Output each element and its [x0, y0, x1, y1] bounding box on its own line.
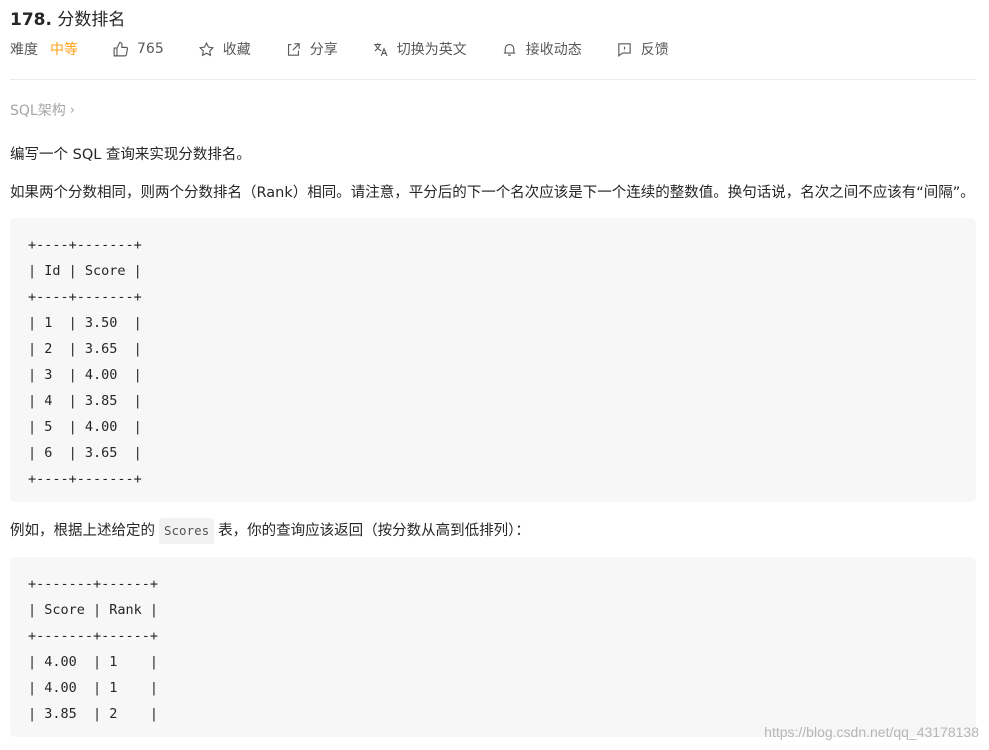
subscribe-button[interactable]: 接收动态 [501, 39, 582, 59]
feedback-icon [618, 42, 631, 57]
header-divider [10, 79, 976, 80]
difficulty-label: 难度 [10, 42, 38, 58]
description-example: 例如，根据上述给定的 Scores 表，你的查询应该返回（按分数从高到低排列）： [10, 518, 977, 544]
chevron-right-icon: › [69, 102, 75, 118]
title-row: 178. 分数排名 [10, 0, 977, 34]
description-intro: 编写一个 SQL 查询来实现分数排名。 [10, 147, 251, 163]
description-rule: 如果两个分数相同，则两个分数排名（Rank）相同。请注意，平分后的下一个名次应该… [10, 185, 975, 201]
feedback-button[interactable]: 反馈 [616, 39, 669, 59]
example-text-before: 例如，根据上述给定的 [10, 523, 155, 539]
switch-language-label: 切换为英文 [396, 42, 467, 58]
scores-inline-code: Scores [159, 518, 215, 544]
share-icon [287, 42, 300, 56]
switch-language-button[interactable]: 切换为英文 [372, 39, 467, 59]
example-text-after: 表，你的查询应该返回（按分数从高到低排列）： [218, 523, 530, 539]
scores-table-block: +----+-------+ | Id | Score | +----+----… [10, 218, 976, 502]
meta-bar: 难度 中等 765 收藏 分享 切换为英文 接收动态 反馈 [10, 34, 977, 64]
share-button[interactable]: 分享 [285, 39, 338, 59]
subscribe-label: 接收动态 [525, 42, 582, 58]
problem-number: 178. [10, 9, 52, 30]
breadcrumb[interactable]: SQL架构 › [10, 100, 977, 120]
problem-name: 分数排名 [57, 9, 126, 30]
breadcrumb-label[interactable]: SQL架构 [10, 100, 66, 120]
favorite-label: 收藏 [222, 42, 251, 58]
star-icon [198, 41, 214, 56]
like-button[interactable]: 765 [112, 41, 164, 58]
watermark: https://blog.csdn.net/qq_43178138 [764, 724, 979, 740]
problem-page: 178. 分数排名 难度 中等 765 收藏 分享 切换为英文 接收动态 反馈 … [0, 0, 989, 750]
difficulty: 难度 中等 [10, 39, 78, 59]
problem-title: 178. 分数排名 [10, 5, 125, 30]
bell-icon [503, 43, 515, 56]
result-table-block: +-------+------+ | Score | Rank | +-----… [10, 557, 976, 737]
favorite-button[interactable]: 收藏 [198, 39, 251, 59]
share-label: 分享 [309, 42, 338, 58]
thumbs-up-icon [113, 41, 129, 56]
difficulty-value: 中等 [50, 42, 78, 58]
feedback-label: 反馈 [640, 42, 669, 58]
translate-icon [373, 42, 388, 56]
like-count: 765 [137, 41, 164, 57]
